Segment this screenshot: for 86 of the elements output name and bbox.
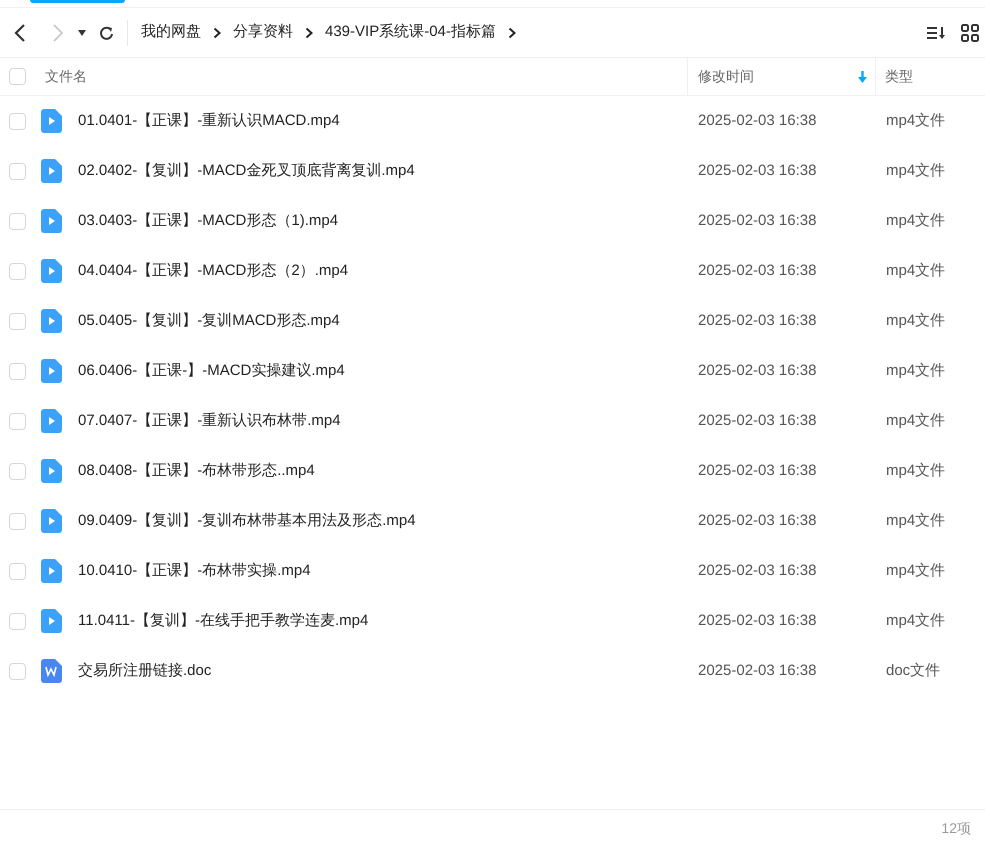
modified-time: 2025-02-03 16:38 <box>698 312 816 329</box>
file-name: 交易所注册链接.doc <box>78 660 212 681</box>
file-row[interactable]: 01.0401-【正课】-重新认识MACD.mp4 2025-02-03 16:38 mp4文件 <box>0 96 985 146</box>
video-file-icon <box>41 159 62 183</box>
column-header[interactable]: 文件名 <box>45 66 87 87</box>
modified-time: 2025-02-03 16:38 <box>698 462 816 479</box>
chevron-right-icon <box>305 26 313 38</box>
checkbox[interactable] <box>9 412 26 430</box>
video-file-icon <box>41 459 62 483</box>
breadcrumb-link[interactable]: 439-VIP系统课-04-指标篇 <box>325 21 496 44</box>
file-name: 01.0401-【正课】-重新认识MACD.mp4 <box>78 110 340 131</box>
file-name: 08.0408-【正课】-布林带形态..mp4 <box>78 460 315 481</box>
file-row[interactable]: 09.0409-【复训】-复训布林带基本用法及形态.mp4 2025-02-03 16:38 mp4文件 <box>0 496 985 546</box>
video-file-icon <box>41 509 62 533</box>
file-name: 07.0407-【正课】-重新认识布林带.mp4 <box>78 410 341 431</box>
file-type: mp4文件 <box>886 162 946 179</box>
item-count: 12项 <box>941 818 971 838</box>
file-type: mp4文件 <box>886 612 946 629</box>
file-type: mp4文件 <box>886 412 946 429</box>
file-type: mp4文件 <box>886 212 946 229</box>
video-file-icon <box>41 359 62 383</box>
modified-time: 2025-02-03 16:38 <box>698 512 816 529</box>
file-row[interactable]: 07.0407-【正课】-重新认识布林带.mp4 2025-02-03 16:38 mp4文件 <box>0 396 985 446</box>
video-file-icon <box>41 609 62 633</box>
file-type: mp4文件 <box>886 112 946 129</box>
modified-time: 2025-02-03 16:38 <box>698 112 816 129</box>
file-row[interactable]: 05.0405-【复训】-复训MACD形态.mp4 2025-02-03 16:38 mp4文件 <box>0 296 985 346</box>
breadcrumb-link[interactable]: 我的网盘 <box>141 21 201 44</box>
checkbox[interactable] <box>9 362 26 380</box>
modified-time: 2025-02-03 16:38 <box>698 262 816 279</box>
column-header[interactable]: 修改时间 <box>698 66 754 87</box>
chevron-right-icon <box>508 26 516 38</box>
video-file-icon <box>41 259 62 283</box>
chevron-right-icon <box>213 26 221 38</box>
chevron-left-icon <box>14 22 26 42</box>
checkbox[interactable] <box>9 262 26 280</box>
file-row[interactable]: 06.0406-【正课-】-MACD实操建议.mp4 2025-02-03 16:38 mp4文件 <box>0 346 985 396</box>
word-file-icon <box>41 659 62 683</box>
modified-time: 2025-02-03 16:38 <box>698 562 816 579</box>
file-row[interactable]: 11.0411-【复训】-在线手把手教学连麦.mp4 2025-02-03 16:38 mp4文件 <box>0 596 985 646</box>
file-row[interactable]: 03.0403-【正课】-MACD形态（1).mp4 2025-02-03 16:38 mp4文件 <box>0 196 985 246</box>
file-row[interactable]: 04.0404-【正课】-MACD形态（2）.mp4 2025-02-03 16:38 mp4文件 <box>0 246 985 296</box>
video-file-icon <box>41 309 62 333</box>
video-file-icon <box>41 209 62 233</box>
file-type: mp4文件 <box>886 462 946 479</box>
file-row[interactable]: 08.0408-【正课】-布林带形态..mp4 2025-02-03 16:38 mp4文件 <box>0 446 985 496</box>
checkbox[interactable] <box>9 312 26 330</box>
checkbox[interactable] <box>9 462 26 480</box>
checkbox[interactable] <box>9 512 26 530</box>
file-type: mp4文件 <box>886 312 946 329</box>
file-row[interactable]: 02.0402-【复训】-MACD金死叉顶底背离复训.mp4 2025-02-03 16:38 mp4文件 <box>0 146 985 196</box>
file-type: mp4文件 <box>886 562 946 579</box>
file-type: mp4文件 <box>886 262 946 279</box>
checkbox[interactable] <box>9 612 26 630</box>
file-type: mp4文件 <box>886 512 946 529</box>
grid-view-button[interactable] <box>959 22 981 44</box>
modified-time: 2025-02-03 16:38 <box>698 212 816 229</box>
file-name: 05.0405-【复训】-复训MACD形态.mp4 <box>78 310 340 331</box>
video-file-icon <box>41 409 62 433</box>
file-name: 11.0411-【复训】-在线手把手教学连麦.mp4 <box>78 610 368 631</box>
file-row[interactable]: 10.0410-【正课】-布林带实操.mp4 2025-02-03 16:38 mp4文件 <box>0 546 985 596</box>
file-row[interactable]: 交易所注册链接.doc 2025-02-03 16:38 doc文件 <box>0 646 985 696</box>
checkbox[interactable] <box>9 212 26 230</box>
breadcrumb-link[interactable]: 分享资料 <box>233 21 293 44</box>
file-name: 03.0403-【正课】-MACD形态（1).mp4 <box>78 210 338 231</box>
modified-time: 2025-02-03 16:38 <box>698 412 816 429</box>
checkbox[interactable] <box>9 162 26 180</box>
column-header[interactable]: 类型 <box>885 66 913 87</box>
modified-time: 2025-02-03 16:38 <box>698 662 816 679</box>
file-name: 04.0404-【正课】-MACD形态（2）.mp4 <box>78 260 348 281</box>
checkbox[interactable] <box>9 662 26 680</box>
checkbox[interactable] <box>9 68 26 85</box>
file-type: mp4文件 <box>886 362 946 379</box>
file-name: 06.0406-【正课-】-MACD实操建议.mp4 <box>78 360 345 381</box>
checkbox[interactable] <box>9 112 26 130</box>
file-name: 09.0409-【复训】-复训布林带基本用法及形态.mp4 <box>78 510 416 531</box>
modified-time: 2025-02-03 16:38 <box>698 612 816 629</box>
modified-time: 2025-02-03 16:38 <box>698 162 816 179</box>
modified-time: 2025-02-03 16:38 <box>698 362 816 379</box>
checkbox[interactable] <box>9 562 26 580</box>
video-file-icon <box>41 559 62 583</box>
file-type: doc文件 <box>886 662 940 679</box>
chevron-right-icon <box>52 22 64 42</box>
file-name: 10.0410-【正课】-布林带实操.mp4 <box>78 560 311 581</box>
video-file-icon <box>41 109 62 133</box>
file-name: 02.0402-【复训】-MACD金死叉顶底背离复训.mp4 <box>78 160 415 181</box>
